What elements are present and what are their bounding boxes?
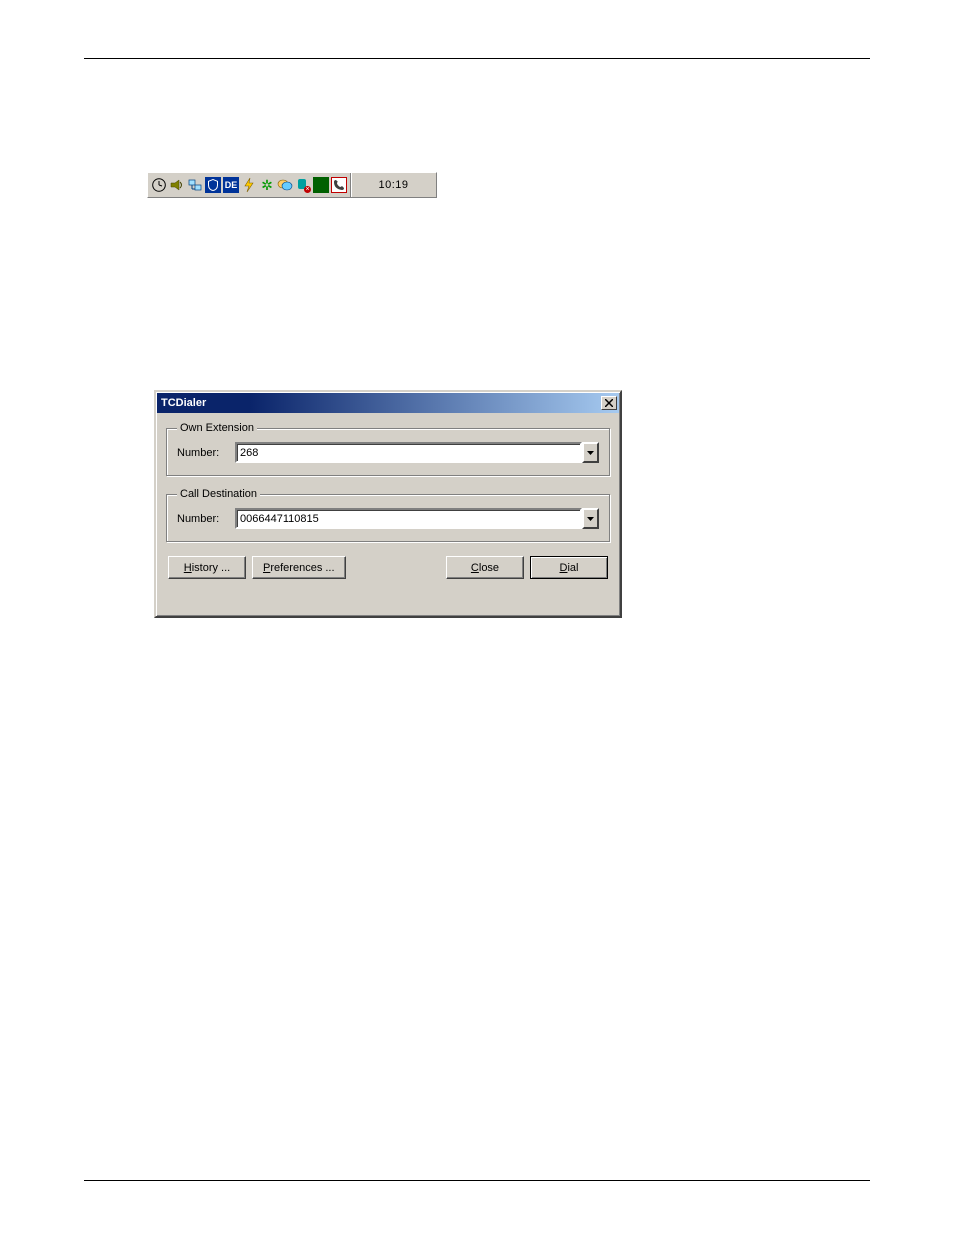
shield-icon[interactable] (205, 177, 221, 193)
volume-icon[interactable] (169, 177, 185, 193)
page-rule-top (84, 58, 870, 59)
dial-button[interactable]: Dial (530, 556, 608, 579)
clock-icon[interactable] (151, 177, 167, 193)
own-number-dropdown-button[interactable] (582, 442, 599, 463)
close-button[interactable]: Close (446, 556, 524, 579)
close-icon (605, 399, 613, 407)
tray-clock: 10:19 (351, 179, 436, 191)
titlebar[interactable]: TCDialer (157, 393, 619, 413)
chat-icon[interactable] (277, 177, 293, 193)
preferences-button[interactable]: Preferences ... (252, 556, 346, 579)
chevron-down-icon (587, 517, 594, 521)
button-spacer (352, 556, 440, 579)
button-row: History ... Preferences ... Close Dial (166, 556, 610, 579)
tray-icons: DE ✲ × (148, 173, 351, 197)
dialog-client: Own Extension Number: Call Destination N… (156, 414, 620, 585)
status-green-icon[interactable] (313, 177, 329, 193)
history-button[interactable]: History ... (168, 556, 246, 579)
tcdialer-window: TCDialer Own Extension Number: Call Dest… (154, 390, 622, 618)
own-extension-group: Own Extension Number: (166, 422, 610, 476)
dest-number-row: Number: (177, 508, 599, 529)
dest-number-dropdown-button[interactable] (582, 508, 599, 529)
own-number-input[interactable] (235, 442, 582, 463)
icq-icon[interactable]: ✲ (259, 177, 275, 193)
network-icon[interactable] (187, 177, 203, 193)
window-title: TCDialer (161, 397, 601, 409)
bolt-icon[interactable] (241, 177, 257, 193)
phone-icon[interactable] (331, 177, 347, 193)
dest-number-combo[interactable] (235, 508, 599, 529)
own-extension-legend: Own Extension (177, 422, 257, 434)
close-window-button[interactable] (601, 396, 617, 410)
chevron-down-icon (587, 451, 594, 455)
person-offline-icon[interactable]: × (295, 177, 311, 193)
dest-number-input[interactable] (235, 508, 582, 529)
own-number-row: Number: (177, 442, 599, 463)
call-destination-group: Call Destination Number: (166, 488, 610, 542)
own-number-label: Number: (177, 447, 227, 459)
dest-number-label: Number: (177, 513, 227, 525)
page-rule-bottom (84, 1180, 870, 1181)
language-icon[interactable]: DE (223, 177, 239, 193)
own-number-combo[interactable] (235, 442, 599, 463)
system-tray: DE ✲ × 10:19 (147, 172, 437, 198)
call-destination-legend: Call Destination (177, 488, 260, 500)
